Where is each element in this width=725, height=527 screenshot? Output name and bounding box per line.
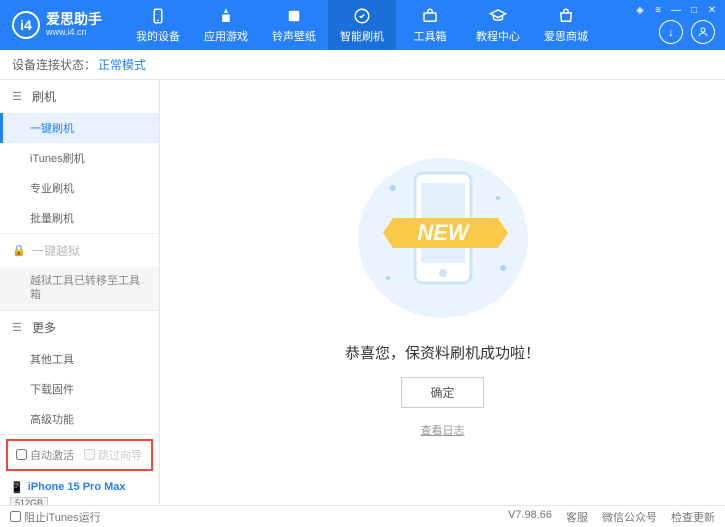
storage-badge: 512GB xyxy=(10,497,48,505)
minimize-icon[interactable]: — xyxy=(669,4,683,16)
sidebar-item-batch[interactable]: 批量刷机 xyxy=(0,203,159,233)
apps-icon xyxy=(217,7,235,25)
wechat-link[interactable]: 微信公众号 xyxy=(602,509,657,525)
menu-icon[interactable]: ≡ xyxy=(651,4,665,16)
user-button[interactable] xyxy=(691,20,715,44)
support-link[interactable]: 客服 xyxy=(566,509,588,525)
checkbox-area: 自动激活 跳过向导 xyxy=(6,439,153,471)
sidebar-group-flash[interactable]: ☰刷机 xyxy=(0,80,159,113)
toolbox-icon xyxy=(421,7,439,25)
block-itunes-checkbox[interactable]: 阻止iTunes运行 xyxy=(10,509,101,525)
logo-area: i4 爱思助手 www.i4.cn xyxy=(0,11,114,39)
success-illustration: NEW xyxy=(343,148,543,328)
nav-ringtone[interactable]: 铃声壁纸 xyxy=(260,0,328,50)
lock-icon: 🔒 xyxy=(12,244,26,257)
sidebar-group-jailbreak[interactable]: 🔒一键越狱 xyxy=(0,234,159,267)
app-header: i4 爱思助手 www.i4.cn 我的设备 应用游戏 铃声壁纸 智能刷机 工具… xyxy=(0,0,725,50)
close-icon[interactable]: ✕ xyxy=(705,4,719,16)
maximize-icon[interactable]: □ xyxy=(687,4,701,16)
sidebar-group-more[interactable]: ☰更多 xyxy=(0,311,159,344)
app-title: 爱思助手 xyxy=(46,12,102,27)
sidebar-item-oneclick[interactable]: 一键刷机 xyxy=(0,113,159,143)
auto-activate-checkbox[interactable]: 自动激活 xyxy=(16,447,74,463)
device-name[interactable]: 📱iPhone 15 Pro Max xyxy=(10,481,149,494)
version-label: V7.98.66 xyxy=(508,509,552,525)
tutorial-icon xyxy=(489,7,507,25)
main-content: NEW 恭喜您，保资料刷机成功啦！ 确定 查看日志 xyxy=(160,80,725,505)
status-label: 设备连接状态： xyxy=(12,56,96,73)
sidebar-item-firmware[interactable]: 下载固件 xyxy=(0,374,159,404)
update-link[interactable]: 检查更新 xyxy=(671,509,715,525)
phone-icon: 📱 xyxy=(10,481,24,494)
sidebar-item-itunes[interactable]: iTunes刷机 xyxy=(0,143,159,173)
skip-guide-checkbox[interactable]: 跳过向导 xyxy=(84,447,142,463)
list-icon: ☰ xyxy=(12,90,26,103)
shirt-icon[interactable]: ◈ xyxy=(633,4,647,16)
footer: 阻止iTunes运行 V7.98.66 客服 微信公众号 检查更新 xyxy=(0,505,725,527)
sidebar-item-jailbreak-moved[interactable]: 越狱工具已转移至工具箱 xyxy=(0,267,159,310)
download-button[interactable]: ↓ xyxy=(659,20,683,44)
sidebar-item-advanced[interactable]: 高级功能 xyxy=(0,404,159,434)
status-value: 正常模式 xyxy=(98,56,146,73)
device-info: 📱iPhone 15 Pro Max 512GB iPhone xyxy=(0,475,159,505)
ringtone-icon xyxy=(285,7,303,25)
nav-toolbox[interactable]: 工具箱 xyxy=(396,0,464,50)
flash-icon xyxy=(353,7,371,25)
success-message: 恭喜您，保资料刷机成功啦！ xyxy=(345,342,540,363)
view-log-link[interactable]: 查看日志 xyxy=(421,422,465,438)
more-icon: ☰ xyxy=(12,321,26,334)
new-badge-text: NEW xyxy=(417,220,471,245)
status-bar: 设备连接状态： 正常模式 xyxy=(0,50,725,80)
nav-my-device[interactable]: 我的设备 xyxy=(124,0,192,50)
window-controls: ◈ ≡ — □ ✕ xyxy=(633,4,719,16)
sidebar-item-pro[interactable]: 专业刷机 xyxy=(0,173,159,203)
store-icon xyxy=(557,7,575,25)
sidebar: ☰刷机 一键刷机 iTunes刷机 专业刷机 批量刷机 🔒一键越狱 越狱工具已转… xyxy=(0,80,160,505)
nav-store[interactable]: 爱思商城 xyxy=(532,0,600,50)
nav-flash[interactable]: 智能刷机 xyxy=(328,0,396,50)
device-icon xyxy=(149,7,167,25)
nav-tutorial[interactable]: 教程中心 xyxy=(464,0,532,50)
main-nav: 我的设备 应用游戏 铃声壁纸 智能刷机 工具箱 教程中心 爱思商城 xyxy=(124,0,600,50)
app-url: www.i4.cn xyxy=(46,28,102,38)
nav-apps[interactable]: 应用游戏 xyxy=(192,0,260,50)
ok-button[interactable]: 确定 xyxy=(401,377,483,408)
sidebar-item-other[interactable]: 其他工具 xyxy=(0,344,159,374)
logo-icon: i4 xyxy=(12,11,40,39)
